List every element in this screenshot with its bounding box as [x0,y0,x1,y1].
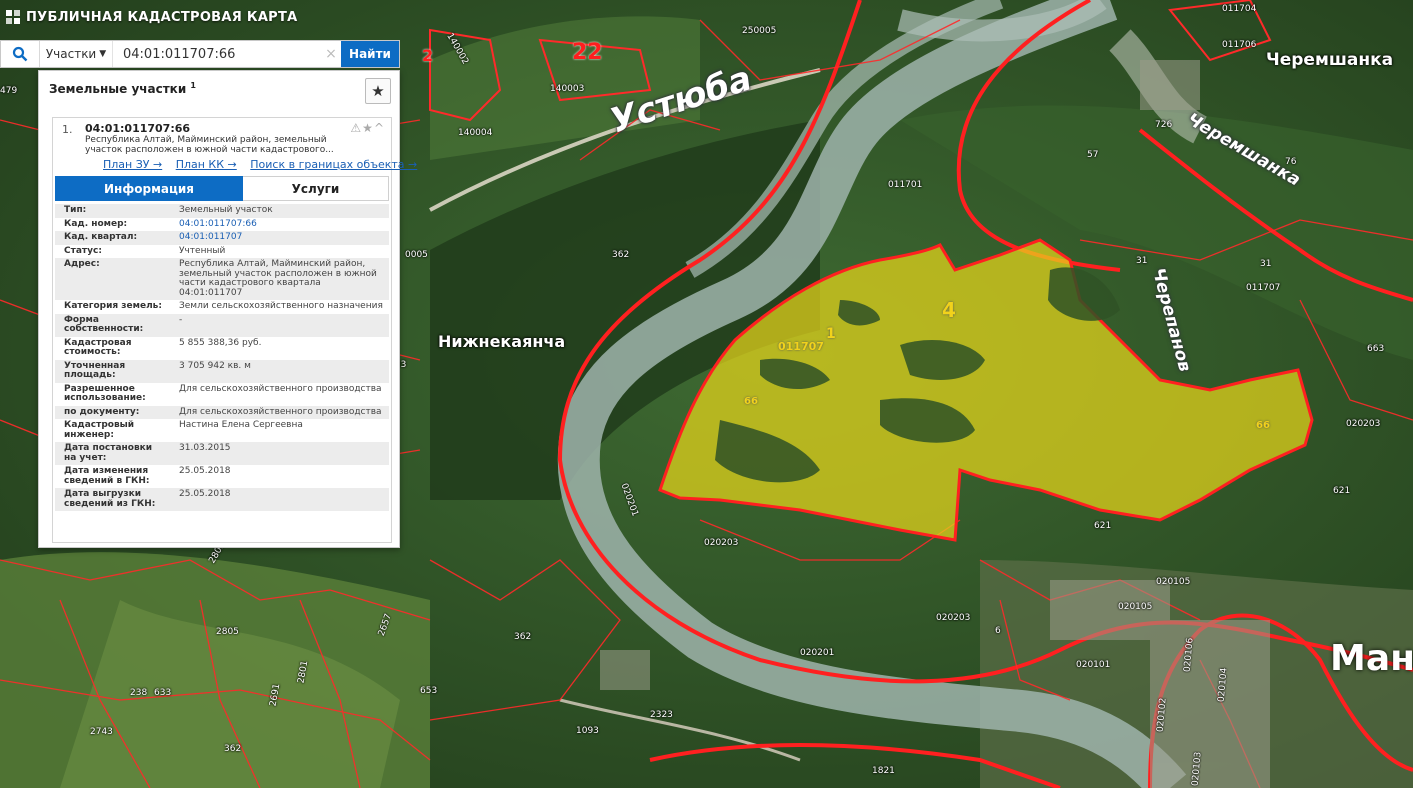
row-key: Статус: [64,245,102,256]
row-key: Дата выгрузки сведений из ГКН: [55,488,165,511]
row-key: Кадастровая стоимость: [64,337,132,357]
result-index: 1. [62,123,73,136]
row-value: 3 705 942 кв. м [165,359,389,383]
search-type-label: Участки [45,47,97,61]
table-row: Адрес: Республика Алтай, Майминский район… [55,258,389,300]
table-row: Уточненная площадь: 3 705 942 кв. м [55,359,389,383]
app-header: ПУБЛИЧНАЯ КАДАСТРОВАЯ КАРТА [0,0,420,34]
row-value: 31.03.2015 [165,442,389,465]
table-row: Форма собственности: - [55,313,389,337]
table-row: Кадастровая стоимость: 5 855 388,36 руб. [55,337,389,360]
row-key: Кад. квартал: [55,231,165,245]
row-value[interactable]: 04:01:011707:66 [165,218,389,232]
row-key: Уточненная площадь: [55,359,165,383]
table-row: Тип: Земельный участок [55,204,389,218]
row-key: Тип: [55,204,165,218]
tab-services[interactable]: Услуги [243,176,389,201]
results-count: 1 [190,81,196,90]
table-row: Кадастровый инженер: Настина Елена Сергее… [55,419,389,442]
row-key: Кадастровый инженер: [64,420,135,440]
table-row: Дата изменения сведений в ГКН: 25.05.2018 [55,465,389,488]
row-value: Учтенный [179,245,226,256]
logo-icon [6,10,20,24]
table-row: Дата выгрузки сведений из ГКН: 25.05.2018 [55,488,389,511]
row-value: 5 855 388,36 руб. [179,337,262,348]
row-value: Земли сельскохозяйственного назначения [179,301,383,311]
table-row: Разрешенное использование: Для сельскохоз… [55,383,389,406]
table-row: Дата постановки на учет: 31.03.2015 [55,442,389,465]
row-value: Настина Елена Сергеевна [179,420,303,430]
row-key: Форма собственности: [55,313,165,337]
row-key: Категория земель: [64,301,162,311]
panel-title: Земельные участки 1 [49,81,196,96]
tab-info[interactable]: Информация [55,176,243,201]
result-cad-number[interactable]: 04:01:011707:66 [85,122,190,135]
caret-down-icon: ▼ [99,49,107,59]
plan-zu-link[interactable]: План ЗУ → [103,158,162,171]
find-button[interactable]: Найти [341,41,399,67]
row-value[interactable]: 04:01:011707 [165,231,389,245]
plan-kk-link[interactable]: План КК → [176,158,237,171]
row-key: Адрес: [55,258,165,300]
table-row: Категория земель: Земли сельскохозяйствен… [55,300,389,314]
panel-header: Земельные участки 1 ★ [39,71,399,111]
table-row: Кад. квартал: 04:01:011707 [55,231,389,245]
row-value: Для сельскохозяйственного производства [179,383,382,394]
info-table: Тип: Земельный участок Кад. номер: 04:01:0… [55,204,389,511]
favorite-star-icon[interactable]: ★ [365,78,391,104]
app-title: ПУБЛИЧНАЯ КАДАСТРОВАЯ КАРТА [26,9,298,25]
search-type-select[interactable]: Участки ▼ [40,41,113,67]
result-tabs: Информация Услуги [55,176,389,201]
table-row: по документу: Для сельскохозяйственного п… [55,405,389,419]
row-value: Для сельскохозяйственного производства [165,405,389,419]
table-row: Кад. номер: 04:01:011707:66 [55,218,389,232]
result-actions-icon[interactable]: ⚠★^ [350,121,385,135]
row-value: - [165,313,389,337]
results-panel: Земельные участки 1 ★ 1. 04:01:011707:66… [38,70,417,548]
row-key: Разрешенное использование: [64,383,146,403]
row-value: 25.05.2018 [165,488,389,511]
result-address: Республика Алтай, Майминский район, земе… [85,135,334,155]
row-value: 25.05.2018 [179,466,231,476]
clear-icon[interactable]: × [321,41,341,67]
result-links: План ЗУ → План КК → Поиск в границах объ… [103,158,427,171]
row-value: Земельный участок [165,204,389,218]
search-in-bounds-link[interactable]: Поиск в границах объекта → [250,158,417,171]
search-input[interactable] [113,41,321,67]
search-icon[interactable] [1,41,40,67]
table-row: Статус: Учтенный [55,245,389,259]
row-key: Дата изменения сведений в ГКН: [64,466,150,486]
row-value: Республика Алтай, Майминский район, земе… [165,258,389,300]
search-bar: Участки ▼ × Найти [0,40,400,68]
row-key: Кад. номер: [64,218,128,229]
row-key: по документу: [55,405,165,419]
row-key: Дата постановки на учет: [55,442,165,465]
result-item: 1. 04:01:011707:66 Республика Алтай, Май… [52,117,417,543]
